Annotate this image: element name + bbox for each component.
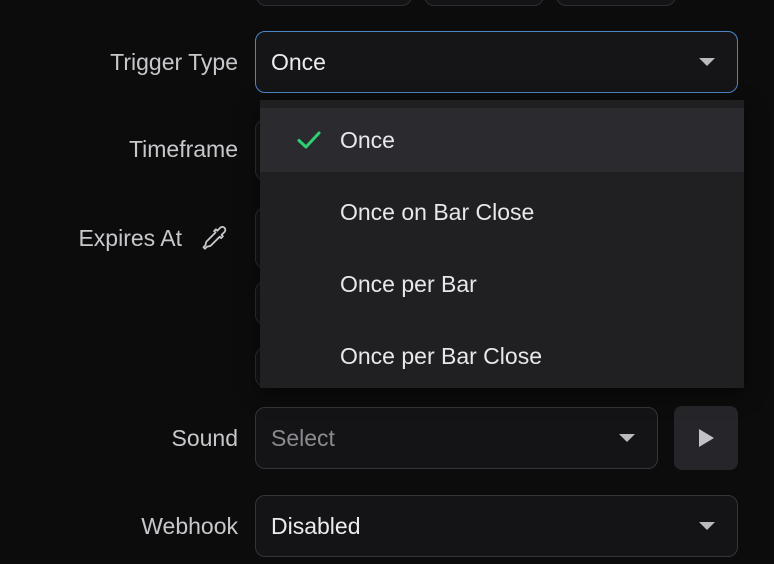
trigger-type-dropdown-menu: Once Once on Bar Close Once per Bar Once… xyxy=(260,100,744,388)
alert-settings-panel: Trigger Type Once Timeframe Expires At S… xyxy=(0,0,774,564)
chevron-down-icon xyxy=(699,58,715,66)
expires-at-label: Expires At xyxy=(78,225,182,251)
top-option-button-2[interactable] xyxy=(424,0,544,6)
trigger-type-value: Once xyxy=(271,48,326,75)
chevron-down-icon xyxy=(699,522,715,530)
play-icon xyxy=(699,429,714,447)
checkmark-icon xyxy=(297,131,321,149)
dropdown-option-label: Once per Bar xyxy=(340,270,477,297)
sound-label: Sound xyxy=(171,425,238,451)
dropdown-option-label: Once xyxy=(340,126,395,153)
timeframe-label: Timeframe xyxy=(128,136,238,162)
eyedropper-icon[interactable] xyxy=(200,224,228,252)
webhook-select[interactable]: Disabled xyxy=(255,495,738,557)
dropdown-option-label: Once on Bar Close xyxy=(340,198,535,225)
trigger-type-label: Trigger Type xyxy=(110,49,238,75)
webhook-label: Webhook xyxy=(141,513,238,539)
dropdown-option-once-per-bar[interactable]: Once per Bar xyxy=(260,252,744,316)
play-sound-button[interactable] xyxy=(674,406,738,470)
dropdown-option-once-on-bar-close[interactable]: Once on Bar Close xyxy=(260,180,744,244)
dropdown-option-label: Once per Bar Close xyxy=(340,342,542,369)
webhook-value: Disabled xyxy=(271,512,361,539)
dropdown-option-once-per-bar-close[interactable]: Once per Bar Close xyxy=(260,324,744,388)
trigger-type-select[interactable]: Once xyxy=(255,31,738,93)
top-option-button-3[interactable] xyxy=(556,0,676,6)
chevron-down-icon xyxy=(619,434,635,442)
sound-placeholder: Select xyxy=(271,424,335,451)
sound-select[interactable]: Select xyxy=(255,407,658,469)
dropdown-option-once[interactable]: Once xyxy=(260,108,744,172)
top-option-button-1[interactable] xyxy=(256,0,412,6)
